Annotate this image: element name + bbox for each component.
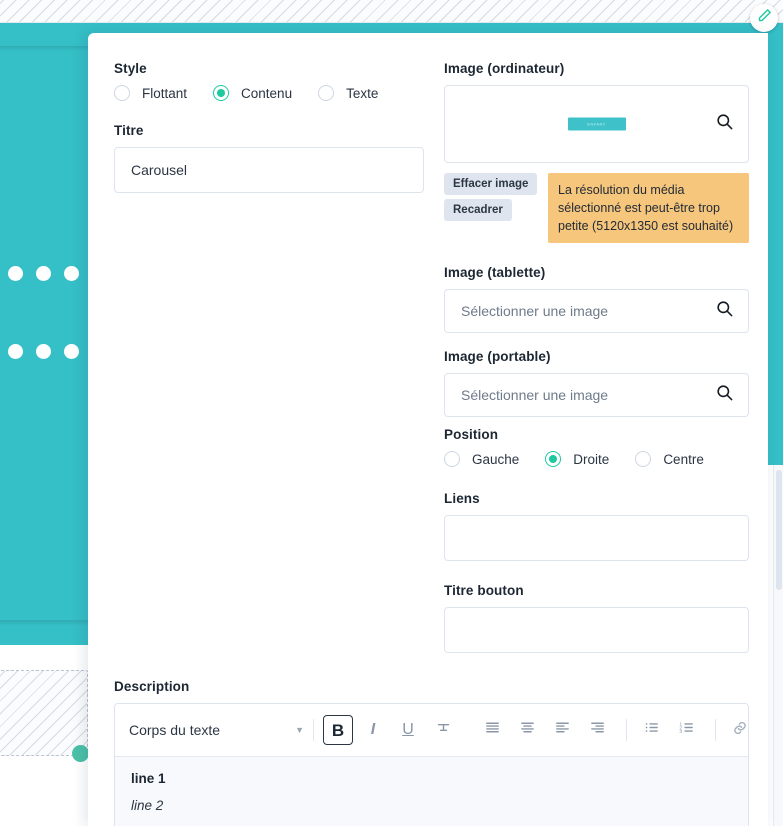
svg-text:3: 3 <box>679 729 682 735</box>
carousel-dot[interactable] <box>36 266 51 281</box>
image-ordinateur-label: Image (ordinateur) <box>444 61 565 76</box>
image-ordinateur-field[interactable]: ENFANT <box>444 85 749 163</box>
drop-zone[interactable] <box>0 670 88 756</box>
image-portable-field[interactable]: Sélectionner une image <box>444 373 749 418</box>
titre-bouton-input[interactable] <box>444 607 749 654</box>
carousel-dots-row-2[interactable] <box>8 344 79 359</box>
style-option-label: Contenu <box>241 85 293 101</box>
hero-teal-band-lower <box>0 465 88 645</box>
effacer-image-button[interactable]: Effacer image <box>444 173 538 195</box>
carousel-dot[interactable] <box>64 344 79 359</box>
editor-toolbar: Corps du texte ▼ B I U 1 2 3 <box>115 704 748 757</box>
position-option-label: Droite <box>573 451 610 467</box>
liens-label: Liens <box>444 491 480 507</box>
bold-button[interactable]: B <box>323 715 353 745</box>
strikethrough-button[interactable] <box>428 715 458 745</box>
image-tablette-label: Image (tablette) <box>444 265 546 281</box>
image-thumbnail: ENFANT <box>567 117 626 131</box>
bullet-list-icon <box>643 719 660 741</box>
style-option-label: Texte <box>346 85 379 101</box>
image-actions-row: Effacer image Recadrer La résolution du … <box>444 173 749 244</box>
editor-line-2: line 2 <box>131 798 164 813</box>
left-column: Style Flottant Contenu Texte Titre Carou… <box>114 61 424 193</box>
position-option-label: Centre <box>663 451 704 467</box>
numbered-list-icon: 1 2 3 <box>678 719 695 741</box>
editor-line-1: line 1 <box>131 771 166 786</box>
rich-text-editor[interactable]: Corps du texte ▼ B I U 1 2 3 line 1 line… <box>114 703 749 826</box>
resolution-warning: La résolution du média sélectionné est p… <box>548 173 749 244</box>
edit-button[interactable] <box>750 4 778 32</box>
bullet-list-button[interactable] <box>636 715 666 745</box>
position-option-centre[interactable]: Centre <box>635 451 704 468</box>
radio-circle[interactable] <box>114 85 130 101</box>
radio-circle-selected[interactable] <box>545 451 562 468</box>
carousel-dot[interactable] <box>64 266 79 281</box>
carousel-dot[interactable] <box>8 266 23 281</box>
titre-label: Titre <box>114 123 144 138</box>
recadrer-button[interactable]: Recadrer <box>444 199 512 221</box>
image-portable-placeholder: Sélectionner une image <box>461 387 609 404</box>
align-center-icon <box>519 719 536 741</box>
style-label: Style <box>114 61 147 76</box>
top-hatched-strip <box>0 0 783 23</box>
text-style-value: Corps du texte <box>129 722 221 738</box>
position-option-droite[interactable]: Droite <box>545 451 610 468</box>
radio-circle[interactable] <box>444 451 460 468</box>
style-option-contenu[interactable]: Contenu <box>213 85 292 101</box>
description-label: Description <box>114 679 190 694</box>
link-icon <box>731 719 748 742</box>
magnifier-icon[interactable] <box>715 112 734 136</box>
align-justify-icon <box>484 719 501 741</box>
radio-circle[interactable] <box>635 451 652 468</box>
italic-button[interactable]: I <box>358 715 388 745</box>
position-radio-group[interactable]: Gauche Droite Centre <box>444 451 749 468</box>
toolbar-divider <box>626 719 627 741</box>
underline-icon: U <box>402 721 414 738</box>
hero-bottom-shadow-line <box>0 620 88 626</box>
align-justify-button[interactable] <box>477 715 507 745</box>
align-right-icon <box>589 719 606 741</box>
description-block: Description Corps du texte ▼ B I U 1 2 3… <box>114 679 749 826</box>
align-right-button[interactable] <box>582 715 612 745</box>
image-portable-label: Image (portable) <box>444 349 551 365</box>
position-option-label: Gauche <box>472 451 520 467</box>
magnifier-icon[interactable] <box>715 383 734 407</box>
style-option-flottant[interactable]: Flottant <box>114 85 187 101</box>
chevron-down-icon: ▼ <box>295 725 304 735</box>
editor-content-area[interactable]: line 1 line 2 <box>115 757 748 826</box>
align-left-icon <box>554 719 571 741</box>
align-left-button[interactable] <box>547 715 577 745</box>
position-label: Position <box>444 427 499 443</box>
page-scrollbar-thumb[interactable] <box>776 470 782 590</box>
image-tablette-field[interactable]: Sélectionner une image <box>444 289 749 334</box>
radio-circle-selected[interactable] <box>213 85 230 101</box>
toolbar-divider <box>313 719 314 741</box>
style-option-label: Flottant <box>142 85 188 101</box>
link-button[interactable] <box>725 715 748 745</box>
pencil-icon <box>757 8 772 28</box>
position-option-gauche[interactable]: Gauche <box>444 451 520 468</box>
style-option-texte[interactable]: Texte <box>318 85 378 101</box>
style-radio-group[interactable]: Flottant Contenu Texte <box>114 85 424 101</box>
carousel-dot[interactable] <box>36 344 51 359</box>
magnifier-icon[interactable] <box>715 299 734 323</box>
liens-input[interactable] <box>444 515 749 562</box>
underline-button[interactable]: U <box>393 715 423 745</box>
drag-handle[interactable] <box>72 745 89 762</box>
radio-circle[interactable] <box>318 85 335 101</box>
toolbar-divider <box>715 719 716 741</box>
italic-icon: I <box>370 721 376 738</box>
titre-bouton-label: Titre bouton <box>444 583 524 599</box>
numbered-list-button[interactable]: 1 2 3 <box>671 715 701 745</box>
right-column: Image (ordinateur) ENFANT Effacer image … <box>444 61 749 654</box>
carousel-dot[interactable] <box>8 344 23 359</box>
image-tablette-placeholder: Sélectionner une image <box>461 303 609 320</box>
settings-modal: Style Flottant Contenu Texte Titre Carou… <box>88 33 768 826</box>
align-center-button[interactable] <box>512 715 542 745</box>
titre-input[interactable]: Carousel <box>114 147 424 193</box>
strikethrough-icon <box>435 719 452 741</box>
text-style-select[interactable]: Corps du texte ▼ <box>129 722 304 738</box>
bold-icon: B <box>331 720 345 740</box>
